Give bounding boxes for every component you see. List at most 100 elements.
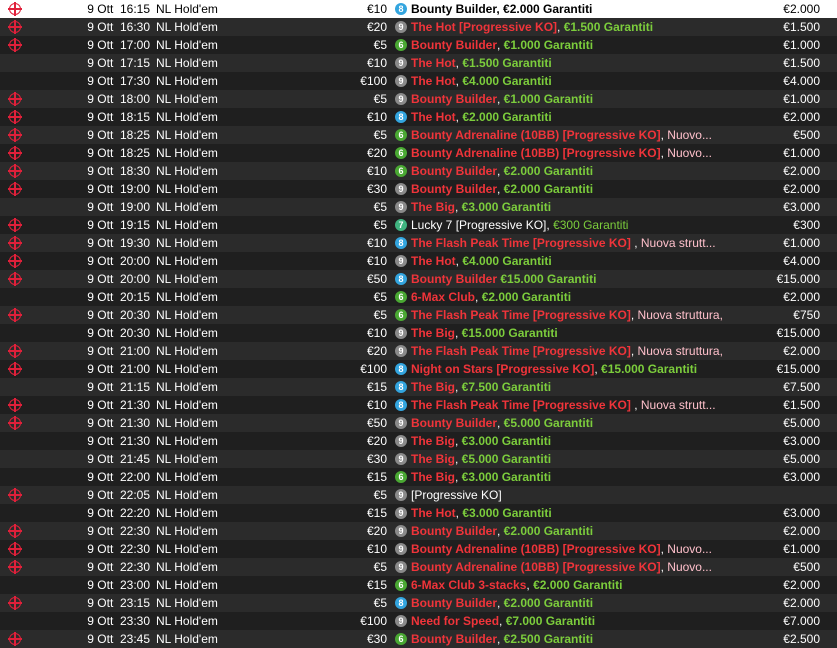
tournament-name[interactable]: Bounty Adrenaline (10BB) [Progressive KO… <box>411 540 729 558</box>
tournament-row[interactable]: 9 Ott 23:00 NL Hold'em €15 6 6-Max Club 3-st… <box>0 576 837 594</box>
tournament-row[interactable]: 9 Ott 20:00 NL Hold'em €10 9 The Hot, €4.000… <box>0 252 837 270</box>
crosshair-icon[interactable] <box>8 524 22 538</box>
tournament-name[interactable]: The Hot, €4.000 Garantiti <box>411 252 729 270</box>
tournament-name[interactable]: Bounty Adrenaline (10BB) [Progressive KO… <box>411 144 729 162</box>
tournament-name[interactable]: The Big, €5.000 Garantiti <box>411 450 729 468</box>
tournament-name[interactable]: The Flash Peak Time [Progressive KO], Nu… <box>411 306 729 324</box>
tournament-row[interactable]: 9 Ott 21:30 NL Hold'em €20 9 The Big, €3.000… <box>0 432 837 450</box>
crosshair-icon[interactable] <box>8 344 22 358</box>
tournament-name[interactable]: Bounty Builder, €2.000 Garantiti <box>411 522 729 540</box>
name-segment: €7.500 Garantiti <box>461 380 552 394</box>
crosshair-icon[interactable] <box>8 542 22 556</box>
tournament-row[interactable]: 9 Ott 20:30 NL Hold'em €5 6 The Flash Peak T… <box>0 306 837 324</box>
tournament-row[interactable]: 9 Ott 22:30 NL Hold'em €20 9 Bounty Builder,… <box>0 522 837 540</box>
tournament-row[interactable]: 9 Ott 20:00 NL Hold'em €50 8 Bounty Builder … <box>0 270 837 288</box>
crosshair-icon[interactable] <box>8 272 22 286</box>
crosshair-icon[interactable] <box>8 308 22 322</box>
crosshair-icon[interactable] <box>8 560 22 574</box>
crosshair-icon[interactable] <box>8 164 22 178</box>
crosshair-icon[interactable] <box>8 362 22 376</box>
tournament-row[interactable]: 9 Ott 23:15 NL Hold'em €5 8 Bounty Builder, … <box>0 594 837 612</box>
crosshair-icon[interactable] <box>8 416 22 430</box>
crosshair-icon[interactable] <box>8 2 22 16</box>
tournament-name[interactable]: Bounty Builder, €1.000 Garantiti <box>411 90 729 108</box>
crosshair-icon[interactable] <box>8 632 22 646</box>
tournament-name[interactable]: The Big, €3.000 Garantiti <box>411 432 729 450</box>
crosshair-icon[interactable] <box>8 182 22 196</box>
tournament-name[interactable]: The Hot, €1.500 Garantiti <box>411 54 729 72</box>
crosshair-icon[interactable] <box>8 110 22 124</box>
tournament-row[interactable]: 9 Ott 18:15 NL Hold'em €10 8 The Hot, €2.000… <box>0 108 837 126</box>
tournament-row[interactable]: 9 Ott 19:00 NL Hold'em €30 9 Bounty Builder,… <box>0 180 837 198</box>
tournament-row[interactable]: 9 Ott 23:30 NL Hold'em €100 9 Need for Speed… <box>0 612 837 630</box>
tournament-name[interactable]: Bounty Builder, €5.000 Garantiti <box>411 414 729 432</box>
crosshair-icon[interactable] <box>8 20 22 34</box>
tournament-row[interactable]: 9 Ott 16:30 NL Hold'em €20 9 The Hot [Progre… <box>0 18 837 36</box>
tournament-name[interactable]: Bounty Builder, €2.000 Garantiti <box>411 180 729 198</box>
tournament-row[interactable]: 9 Ott 22:20 NL Hold'em €15 9 The Hot, €3.000… <box>0 504 837 522</box>
crosshair-icon[interactable] <box>8 218 22 232</box>
tournament-row[interactable]: 9 Ott 21:00 NL Hold'em €20 9 The Flash Peak … <box>0 342 837 360</box>
tournament-row[interactable]: 9 Ott 19:15 NL Hold'em €5 7 Lucky 7 [Progres… <box>0 216 837 234</box>
tournament-row[interactable]: 9 Ott 23:45 NL Hold'em €30 6 Bounty Builder,… <box>0 630 837 648</box>
tournament-name[interactable]: The Big, €3.000 Garantiti <box>411 198 729 216</box>
tournament-row[interactable]: 9 Ott 18:00 NL Hold'em €5 9 Bounty Builder, … <box>0 90 837 108</box>
crosshair-icon[interactable] <box>8 38 22 52</box>
tournament-name[interactable]: The Big, €15.000 Garantiti <box>411 324 729 342</box>
tournament-row[interactable]: 9 Ott 21:15 NL Hold'em €15 8 The Big, €7.500… <box>0 378 837 396</box>
tournament-name[interactable]: 6-Max Club, €2.000 Garantiti <box>411 288 729 306</box>
crosshair-icon[interactable] <box>8 596 22 610</box>
table-size-cell: 6 <box>395 288 409 306</box>
tournament-name[interactable]: Bounty Adrenaline (10BB) [Progressive KO… <box>411 558 729 576</box>
tournament-name[interactable]: Bounty Builder, €2.500 Garantiti <box>411 630 729 648</box>
tournament-name[interactable]: The Hot, €4.000 Garantiti <box>411 72 729 90</box>
tournament-name[interactable]: The Flash Peak Time [Progressive KO], Nu… <box>411 342 729 360</box>
tournament-name[interactable]: Need for Speed, €7.000 Garantiti <box>411 612 729 630</box>
crosshair-icon[interactable] <box>8 398 22 412</box>
tournament-row[interactable]: 9 Ott 21:30 NL Hold'em €50 9 Bounty Builder,… <box>0 414 837 432</box>
tournament-name[interactable]: The Hot, €2.000 Garantiti <box>411 108 729 126</box>
start-time: 20:00 <box>119 272 150 286</box>
crosshair-icon[interactable] <box>8 92 22 106</box>
tournament-name[interactable]: Bounty Builder, €2.000 Garantiti <box>411 162 729 180</box>
tournament-row[interactable]: 9 Ott 22:30 NL Hold'em €10 9 Bounty Adrenali… <box>0 540 837 558</box>
tournament-name[interactable]: The Big, €3.000 Garantiti <box>411 468 729 486</box>
tournament-row[interactable]: 9 Ott 21:00 NL Hold'em €100 8 Night on Stars… <box>0 360 837 378</box>
crosshair-icon[interactable] <box>8 146 22 160</box>
tournament-name[interactable]: The Flash Peak Time [Progressive KO] , N… <box>411 234 729 252</box>
tournament-name[interactable]: The Flash Peak Time [Progressive KO] , N… <box>411 396 729 414</box>
tournament-row[interactable]: 9 Ott 22:00 NL Hold'em €15 6 The Big, €3.000… <box>0 468 837 486</box>
tournament-row[interactable]: 9 Ott 20:15 NL Hold'em €5 6 6-Max Club, €2.0… <box>0 288 837 306</box>
tournament-row[interactable]: 9 Ott 21:30 NL Hold'em €10 8 The Flash Peak … <box>0 396 837 414</box>
tournament-row[interactable]: 9 Ott 18:30 NL Hold'em €10 6 Bounty Builder,… <box>0 162 837 180</box>
tournament-row[interactable]: 9 Ott 17:15 NL Hold'em €10 9 The Hot, €1.500… <box>0 54 837 72</box>
tournament-row[interactable]: 9 Ott 21:45 NL Hold'em €30 9 The Big, €5.000… <box>0 450 837 468</box>
crosshair-icon[interactable] <box>8 254 22 268</box>
tournament-row[interactable]: 9 Ott 18:25 NL Hold'em €20 6 Bounty Adrenali… <box>0 144 837 162</box>
tournament-name[interactable]: Lucky 7 [Progressive KO], €300 Garantiti <box>411 216 729 234</box>
tournament-row[interactable]: 9 Ott 20:30 NL Hold'em €10 9 The Big, €15.00… <box>0 324 837 342</box>
tournament-name[interactable]: [Progressive KO] <box>411 486 729 504</box>
crosshair-icon[interactable] <box>8 488 22 502</box>
tournament-name[interactable]: Bounty Adrenaline (10BB) [Progressive KO… <box>411 126 729 144</box>
tournament-name[interactable]: 6-Max Club 3-stacks, €2.000 Garantiti <box>411 576 729 594</box>
tournament-row[interactable]: 9 Ott 17:30 NL Hold'em €100 9 The Hot, €4.00… <box>0 72 837 90</box>
crosshair-icon[interactable] <box>8 236 22 250</box>
tournament-name[interactable]: Bounty Builder, €2.000 Garantiti <box>411 594 729 612</box>
tournament-name[interactable]: Bounty Builder, €1.000 Garantiti <box>411 36 729 54</box>
tournament-row[interactable]: 9 Ott 19:30 NL Hold'em €10 8 The Flash Peak … <box>0 234 837 252</box>
tournament-name[interactable]: The Big, €7.500 Garantiti <box>411 378 729 396</box>
tournament-name[interactable]: Bounty Builder, €2.000 Garantiti <box>411 0 729 18</box>
row-marker-cell <box>0 252 30 270</box>
tournament-row[interactable]: 9 Ott 19:00 NL Hold'em €5 9 The Big, €3.000 … <box>0 198 837 216</box>
tournament-name[interactable]: Bounty Builder €15.000 Garantiti <box>411 270 729 288</box>
tournament-name[interactable]: The Hot [Progressive KO], €1.500 Garanti… <box>411 18 729 36</box>
tournament-row[interactable]: 9 Ott 22:05 NL Hold'em €5 9 [Progressive KO] <box>0 486 837 504</box>
tournament-row[interactable]: 9 Ott 17:00 NL Hold'em €5 6 Bounty Builder, … <box>0 36 837 54</box>
crosshair-icon[interactable] <box>8 128 22 142</box>
tournament-row[interactable]: 9 Ott 18:25 NL Hold'em €5 6 Bounty Adrenalin… <box>0 126 837 144</box>
tournament-row[interactable]: 9 Ott 16:15 NL Hold'em €10 8 Bounty Builder,… <box>0 0 837 18</box>
tournament-name[interactable]: The Hot, €3.000 Garantiti <box>411 504 729 522</box>
tournament-row[interactable]: 9 Ott 22:30 NL Hold'em €5 9 Bounty Adrenalin… <box>0 558 837 576</box>
tournament-name[interactable]: Night on Stars [Progressive KO], €15.000… <box>411 360 729 378</box>
